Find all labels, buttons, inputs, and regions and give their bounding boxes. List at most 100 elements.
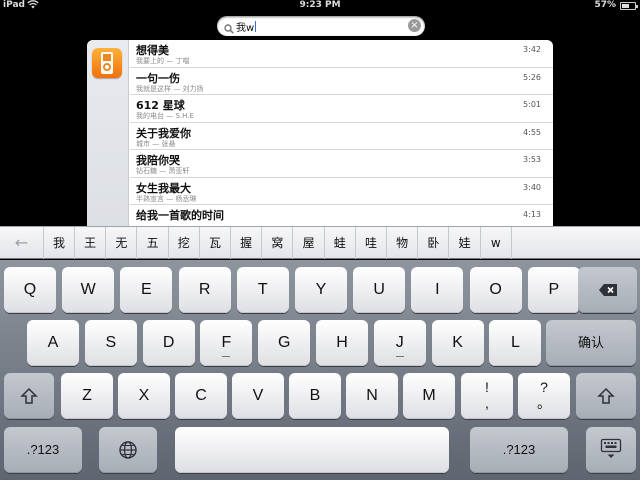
key-z[interactable]: Z	[61, 373, 113, 419]
exclamation-comma-key[interactable]: ! ,	[461, 373, 513, 419]
hide-keyboard-icon	[586, 427, 636, 460]
delete-icon	[578, 267, 637, 297]
song-duration: 3:53	[523, 155, 541, 164]
key-j[interactable]: J	[373, 320, 426, 366]
candidate-item[interactable]: 物	[387, 227, 419, 259]
space-key[interactable]	[175, 427, 449, 473]
clock: 9:23 PM	[299, 0, 341, 10]
key-n[interactable]: N	[346, 373, 398, 419]
key-u[interactable]: U	[353, 267, 406, 313]
key-p[interactable]: P	[527, 267, 580, 313]
song-album-artist: 我就是这样 — 刘力扬	[136, 84, 204, 93]
hide-keyboard-key[interactable]	[586, 427, 636, 473]
song-album-artist: 半熟宣言 — 杨丞琳	[136, 194, 197, 203]
question-period-key[interactable]: ? 。	[518, 373, 570, 419]
key-upper-char: ?	[540, 379, 548, 395]
clear-icon[interactable]: ×	[408, 19, 421, 32]
candidate-item[interactable]: 窝	[262, 227, 294, 259]
result-row[interactable]: 想得美 我要上的 — 丁噹 3:42	[130, 40, 553, 68]
key-f[interactable]: F	[200, 320, 253, 366]
numbers-key-right[interactable]: .?123	[470, 427, 568, 473]
candidate-item[interactable]: 握	[231, 227, 263, 259]
key-c[interactable]: C	[175, 373, 227, 419]
candidate-item[interactable]: 王	[75, 227, 107, 259]
key-w[interactable]: W	[62, 267, 115, 313]
result-row[interactable]: 女生我最大 半熟宣言 — 杨丞琳 3:40	[130, 178, 553, 205]
key-m[interactable]: M	[403, 373, 455, 419]
song-album-artist: 我要上的 — 丁噹	[136, 57, 190, 65]
result-list: 想得美 我要上的 — 丁噹 3:42 一句一伤 我就是这样 — 刘力扬 5:26…	[130, 40, 553, 230]
text-cursor	[255, 21, 257, 32]
result-row[interactable]: 关于我爱你 城市 — 张悬 4:55	[130, 123, 553, 150]
search-query-text: 我w	[236, 23, 255, 34]
key-x[interactable]: X	[118, 373, 170, 419]
ipod-glyph	[101, 52, 113, 74]
key-o[interactable]: O	[469, 267, 522, 313]
candidate-item[interactable]: 哇	[356, 227, 387, 259]
globe-icon	[99, 427, 157, 460]
confirm-key[interactable]: 确认	[546, 320, 636, 366]
key-lower-char: ,	[485, 395, 489, 411]
candidate-item[interactable]: 娃	[450, 227, 481, 259]
key-h[interactable]: H	[316, 320, 368, 366]
key-upper-char: !	[485, 379, 489, 395]
shift-icon	[576, 373, 636, 405]
song-duration: 3:40	[523, 182, 541, 192]
song-album-artist: 我的电台 — S.H.E	[136, 112, 194, 120]
result-row[interactable]: 我陪你哭 钻石糖 — 萧亚轩 3:53	[130, 150, 553, 178]
ipod-wheel	[103, 63, 111, 71]
key-q[interactable]: Q	[4, 267, 56, 313]
candidate-item[interactable]: w	[481, 227, 512, 259]
delete-key[interactable]	[578, 267, 637, 313]
ipod-screen	[103, 54, 111, 61]
key-s[interactable]: S	[84, 320, 137, 366]
candidate-item[interactable]: 瓦	[200, 227, 231, 259]
key-d[interactable]: D	[142, 320, 195, 366]
key-a[interactable]: A	[27, 320, 79, 366]
song-title: 给我一首歌的时间	[136, 209, 224, 222]
result-row[interactable]: 612 星球 我的电台 — S.H.E 5:01	[130, 95, 553, 123]
candidate-bar: ← 我王无五挖瓦握窝屋蛙哇物卧娃w	[0, 226, 640, 259]
shift-key-left[interactable]	[4, 373, 54, 419]
candidate-item[interactable]: 五	[138, 227, 169, 259]
shift-icon	[4, 373, 54, 405]
music-app-icon	[92, 48, 122, 78]
candidate-item[interactable]: 蛙	[325, 227, 356, 259]
key-i[interactable]: I	[411, 267, 464, 313]
candidate-back-button[interactable]: ←	[0, 227, 44, 259]
key-lower-char: 。	[537, 395, 551, 411]
key-g[interactable]: G	[258, 320, 311, 366]
shift-key-right[interactable]	[576, 373, 636, 419]
numbers-key-left[interactable]: .?123	[4, 427, 82, 473]
candidate-item[interactable]: 卧	[418, 227, 450, 259]
battery-percent: 57%	[594, 0, 616, 10]
song-duration: 4:55	[523, 127, 541, 137]
result-category-column	[87, 40, 129, 230]
candidate-item[interactable]: 无	[106, 227, 138, 259]
search-query: 我w	[236, 19, 257, 34]
candidate-item[interactable]: 屋	[294, 227, 325, 259]
key-t[interactable]: T	[236, 267, 289, 313]
keyboard: QWERTYUIOP ASDFGHJKL 确认 ZXCVBNM ! , ? 。	[0, 260, 640, 480]
key-r[interactable]: R	[178, 267, 231, 313]
key-l[interactable]: L	[489, 320, 542, 366]
candidate-item[interactable]: 挖	[169, 227, 200, 259]
candidate-item[interactable]: 我	[44, 227, 75, 259]
song-duration: 3:42	[523, 45, 541, 54]
key-y[interactable]: Y	[295, 267, 347, 313]
search-icon	[224, 19, 234, 34]
song-duration: 5:26	[523, 72, 541, 82]
song-album-artist: 钻石糖 — 萧亚轩	[136, 167, 190, 175]
key-b[interactable]: B	[289, 373, 341, 419]
key-k[interactable]: K	[431, 320, 484, 366]
key-e[interactable]: E	[120, 267, 173, 313]
key-v[interactable]: V	[232, 373, 284, 419]
search-field[interactable]: 我w ×	[217, 16, 425, 36]
song-duration: 5:01	[523, 100, 541, 109]
song-album-artist: 城市 — 张悬	[136, 139, 176, 148]
globe-key[interactable]	[99, 427, 157, 473]
battery-level	[622, 4, 629, 8]
result-row[interactable]: 一句一伤 我就是这样 — 刘力扬 5:26	[130, 68, 553, 95]
song-duration: 4:13	[523, 210, 541, 219]
battery-icon	[620, 2, 638, 10]
